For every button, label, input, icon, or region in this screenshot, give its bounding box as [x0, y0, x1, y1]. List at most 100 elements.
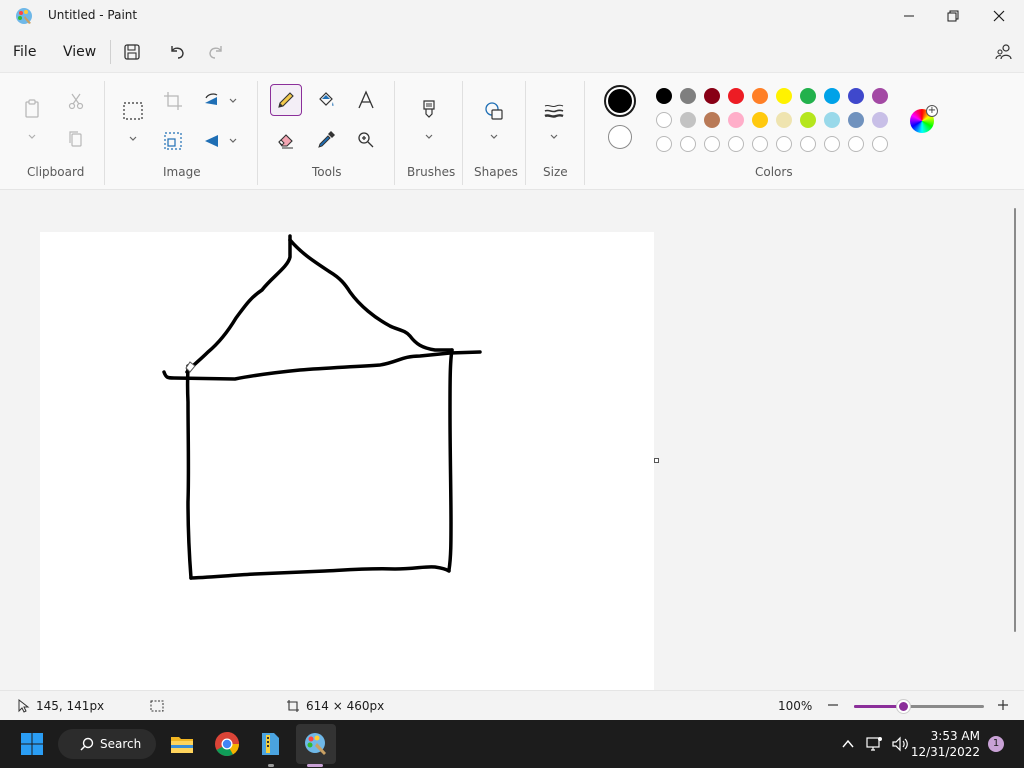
secondary-color-button[interactable] — [608, 125, 632, 149]
primary-color-swatch — [608, 89, 632, 113]
save-icon — [124, 44, 140, 60]
shapes-icon — [485, 102, 503, 120]
eraser-tool-button[interactable] — [270, 124, 302, 156]
ribbon-divider — [462, 81, 463, 185]
search-label: Search — [100, 737, 142, 751]
status-bar: 145, 141px 614 × 460px 100% — [0, 690, 1024, 720]
house-drawing — [162, 234, 482, 580]
text-tool-button[interactable] — [350, 84, 382, 116]
magnifier-tool-button[interactable] — [350, 124, 382, 156]
color-swatch[interactable] — [728, 112, 744, 128]
size-chevron-icon[interactable] — [549, 131, 559, 141]
menu-view[interactable]: View — [63, 44, 96, 60]
custom-color-slot[interactable] — [848, 136, 864, 152]
notification-badge[interactable]: 1 — [988, 736, 1004, 752]
redo-button[interactable] — [204, 40, 228, 64]
zoom-out-button[interactable] — [826, 698, 840, 712]
select-button[interactable] — [117, 95, 149, 127]
chevron-up-icon — [842, 739, 854, 748]
color-swatch[interactable] — [872, 88, 888, 104]
color-swatch[interactable] — [752, 112, 768, 128]
color-swatch[interactable] — [776, 112, 792, 128]
zoom-slider-thumb[interactable] — [897, 700, 911, 713]
color-swatch[interactable] — [656, 112, 672, 128]
archive-app-button[interactable] — [254, 728, 286, 760]
close-icon — [993, 10, 1005, 22]
copy-button[interactable] — [60, 123, 92, 155]
pencil-tool-button[interactable] — [270, 84, 302, 116]
color-swatch[interactable] — [704, 88, 720, 104]
color-swatch[interactable] — [728, 88, 744, 104]
custom-color-slot[interactable] — [680, 136, 696, 152]
taskbar-clock[interactable]: 3:53 AM 12/31/2022 — [911, 728, 980, 760]
color-swatch[interactable] — [656, 88, 672, 104]
brushes-chevron-icon[interactable] — [424, 131, 434, 141]
color-swatch[interactable] — [800, 112, 816, 128]
zoom-in-button[interactable] — [996, 698, 1010, 712]
save-button[interactable] — [120, 40, 144, 64]
vertical-scrollbar[interactable] — [1014, 208, 1016, 632]
custom-color-slot[interactable] — [656, 136, 672, 152]
ribbon-divider — [584, 81, 585, 185]
pencil-icon — [278, 92, 294, 108]
custom-color-slot[interactable] — [704, 136, 720, 152]
custom-color-slot[interactable] — [824, 136, 840, 152]
size-button[interactable] — [538, 95, 570, 127]
color-swatch[interactable] — [776, 88, 792, 104]
custom-color-slot[interactable] — [872, 136, 888, 152]
cut-button[interactable] — [60, 85, 92, 117]
color-swatch[interactable] — [824, 112, 840, 128]
chrome-button[interactable] — [211, 728, 243, 760]
primary-color-button[interactable] — [604, 85, 636, 117]
custom-color-slot[interactable] — [776, 136, 792, 152]
add-color-icon: + — [926, 105, 938, 117]
undo-button[interactable] — [165, 40, 189, 64]
canvas-resize-handle[interactable] — [654, 458, 659, 463]
flip-button[interactable] — [196, 125, 228, 157]
chrome-icon — [215, 732, 239, 757]
canvas-workspace[interactable] — [0, 190, 1024, 690]
rotate-button[interactable] — [196, 85, 228, 117]
custom-color-slot[interactable] — [752, 136, 768, 152]
color-picker-button[interactable] — [310, 124, 342, 156]
custom-color-slot[interactable] — [800, 136, 816, 152]
ribbon-toolbar: Clipboard Image Tools Brushes Shapes Siz… — [0, 72, 1024, 190]
file-explorer-button[interactable] — [166, 728, 198, 760]
rotate-chevron-icon[interactable] — [228, 95, 238, 105]
shapes-button[interactable] — [478, 95, 510, 127]
color-swatch[interactable] — [680, 112, 696, 128]
menu-file[interactable]: File — [13, 44, 36, 60]
taskbar-search[interactable]: Search — [58, 729, 156, 759]
account-button[interactable] — [992, 40, 1016, 64]
fill-tool-button[interactable] — [310, 84, 342, 116]
start-button[interactable] — [16, 728, 48, 760]
color-swatch[interactable] — [848, 88, 864, 104]
flip-chevron-icon[interactable] — [228, 135, 238, 145]
minimize-button[interactable] — [886, 0, 932, 32]
select-chevron-icon[interactable] — [128, 133, 138, 143]
color-swatch[interactable] — [800, 88, 816, 104]
custom-color-slot[interactable] — [728, 136, 744, 152]
color-swatch[interactable] — [824, 88, 840, 104]
resize-button[interactable] — [157, 125, 189, 157]
color-swatch[interactable] — [752, 88, 768, 104]
color-swatch[interactable] — [680, 88, 696, 104]
brushes-button[interactable] — [413, 93, 445, 125]
brush-icon — [423, 100, 435, 118]
crop-button[interactable] — [157, 85, 189, 117]
window-title: Untitled - Paint — [48, 8, 138, 22]
search-icon — [80, 737, 94, 751]
paint-taskbar-button[interactable] — [300, 728, 332, 760]
color-swatch[interactable] — [704, 112, 720, 128]
drawing-canvas[interactable] — [40, 232, 654, 690]
color-swatch[interactable] — [848, 112, 864, 128]
paste-chevron-icon[interactable] — [27, 131, 37, 141]
shapes-chevron-icon[interactable] — [489, 131, 499, 141]
color-swatch[interactable] — [872, 112, 888, 128]
maximize-button[interactable] — [930, 0, 976, 32]
paste-button[interactable] — [16, 93, 48, 125]
close-button[interactable] — [976, 0, 1022, 32]
zoom-slider[interactable] — [854, 700, 984, 713]
zoom-level: 100% — [778, 699, 813, 713]
ribbon-divider — [104, 81, 105, 185]
